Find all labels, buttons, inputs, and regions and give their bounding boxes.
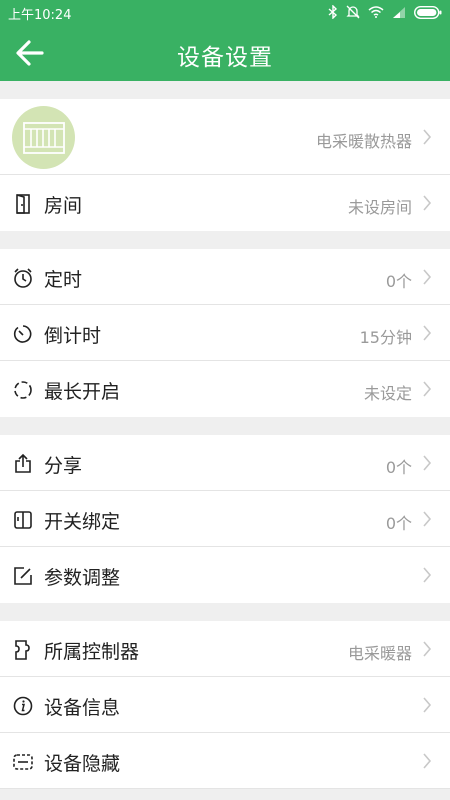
countdown-value: 15分钟: [359, 328, 412, 347]
chevron-right-icon: [423, 697, 432, 713]
settings-list: 电采暖散热器 房间 未设房间 定时 0个 倒计时 15分钟 最长开启 未设定 分…: [0, 81, 450, 789]
room-label: 房间: [44, 195, 83, 217]
max-on-row[interactable]: 最长开启 未设定: [0, 361, 450, 417]
switch-bind-row[interactable]: 开关绑定 0个: [0, 491, 450, 547]
device-info-label: 设备信息: [44, 697, 121, 719]
switch-icon: [12, 509, 34, 531]
alarm-off-icon: [346, 5, 360, 19]
timer-value: 0个: [385, 272, 412, 291]
chevron-right-icon: [423, 641, 432, 657]
chevron-right-icon: [423, 269, 432, 285]
share-value: 0个: [385, 458, 412, 477]
section-gap: [0, 81, 450, 99]
hide-icon: [12, 751, 34, 773]
section-gap: [0, 231, 450, 249]
chevron-right-icon: [423, 195, 432, 211]
door-icon: [12, 193, 34, 215]
countdown-row[interactable]: 倒计时 15分钟: [0, 305, 450, 361]
edit-icon: [12, 565, 34, 587]
device-name-value: 电采暖散热器: [315, 132, 412, 151]
puzzle-icon: [12, 639, 34, 661]
controller-value: 电采暖器: [347, 644, 412, 663]
bluetooth-icon: [328, 5, 338, 19]
chevron-right-icon: [423, 381, 432, 397]
controller-label: 所属控制器: [44, 641, 140, 663]
device-info-row[interactable]: 设备信息: [0, 677, 450, 733]
dashed-circle-icon: [12, 379, 34, 401]
max-on-label: 最长开启: [44, 381, 121, 403]
section-gap: [0, 417, 450, 435]
status-time: 上午10:24: [8, 8, 72, 23]
params-label: 参数调整: [44, 567, 121, 589]
signal-icon: [393, 7, 405, 18]
alarm-clock-icon: [12, 267, 34, 289]
wifi-icon: [368, 6, 384, 18]
chevron-right-icon: [423, 511, 432, 527]
chevron-right-icon: [423, 325, 432, 341]
timer-row[interactable]: 定时 0个: [0, 249, 450, 305]
chevron-right-icon: [423, 455, 432, 471]
device-name-row[interactable]: 电采暖散热器: [0, 99, 450, 175]
status-icons: [328, 3, 442, 21]
share-icon: [12, 453, 34, 475]
switch-bind-value: 0个: [385, 514, 412, 533]
share-label: 分享: [44, 455, 83, 477]
timer-label: 定时: [44, 269, 83, 291]
max-on-value: 未设定: [363, 384, 412, 403]
controller-row[interactable]: 所属控制器 电采暖器: [0, 621, 450, 677]
share-row[interactable]: 分享 0个: [0, 435, 450, 491]
chevron-right-icon: [423, 129, 432, 145]
page-title: 设备设置: [177, 45, 273, 71]
radiator-icon: [23, 122, 65, 154]
countdown-icon: [12, 323, 34, 345]
switch-bind-label: 开关绑定: [44, 511, 121, 533]
room-value: 未设房间: [347, 198, 412, 217]
params-row[interactable]: 参数调整: [0, 547, 450, 603]
chevron-right-icon: [423, 753, 432, 769]
status-bar: 上午10:24: [0, 0, 450, 25]
info-icon: [12, 695, 34, 717]
device-hide-label: 设备隐藏: [44, 753, 121, 775]
countdown-label: 倒计时: [44, 325, 102, 347]
device-avatar: [12, 106, 75, 169]
section-gap: [0, 603, 450, 621]
battery-icon: [414, 5, 442, 19]
app-bar: 设备设置: [0, 25, 450, 81]
room-row[interactable]: 房间 未设房间: [0, 175, 450, 231]
chevron-right-icon: [423, 567, 432, 583]
device-hide-row[interactable]: 设备隐藏: [0, 733, 450, 789]
